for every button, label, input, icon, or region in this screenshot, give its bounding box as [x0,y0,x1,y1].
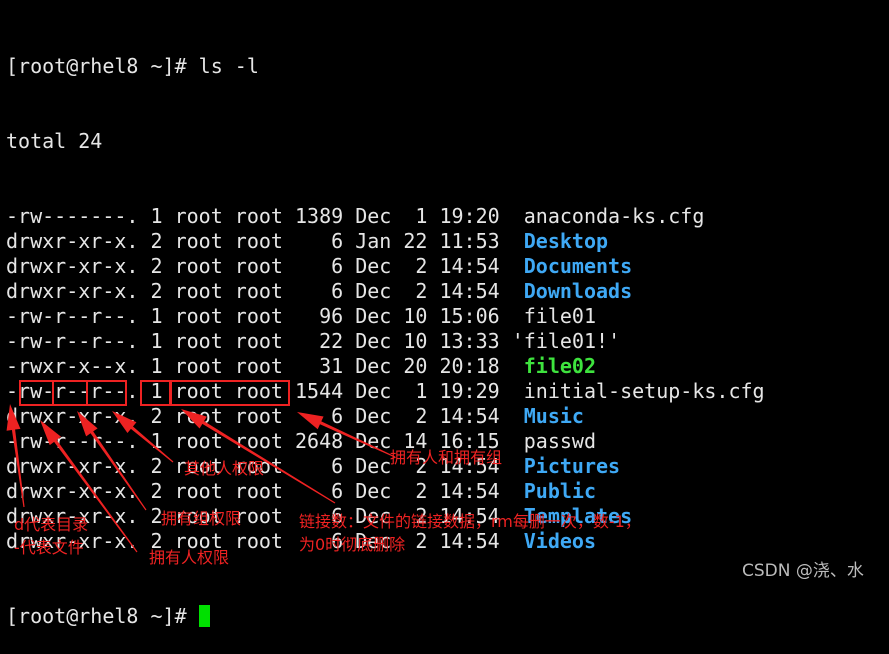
prompt: [root@rhel8 ~]# [6,604,199,628]
group-perm-arrow [77,411,147,511]
annotation-arrows [6,404,396,553]
owner-perm-label: 拥有人权限 [149,548,230,567]
group-perm-label: 拥有组权限 [161,509,242,528]
type-label-line1: d代表目录 [14,515,89,534]
other-perm-arrow [112,411,174,463]
cursor [198,605,210,627]
link-label-line1: 链接数：文件的链接数据，rm每删一次，数-1， [299,512,641,531]
link-label-line2: 为0时彻底删除 [299,535,406,554]
type-arrow [6,404,25,508]
link-count-label: 链接数：文件的链接数据，rm每删一次，数-1， 为0时彻底删除 [299,510,641,556]
owner-group-label: 拥有人和拥有组 [390,448,503,467]
owner-group-arrow [297,412,396,458]
watermark: CSDN @浇、水 [742,561,864,581]
final-prompt-line[interactable]: [root@rhel8 ~]# [6,604,765,629]
type-label-line2: -代表文件 [14,538,84,557]
other-perm-label: 其他人权限 [184,459,265,478]
type-label: d代表目录 -代表文件 [14,513,88,559]
